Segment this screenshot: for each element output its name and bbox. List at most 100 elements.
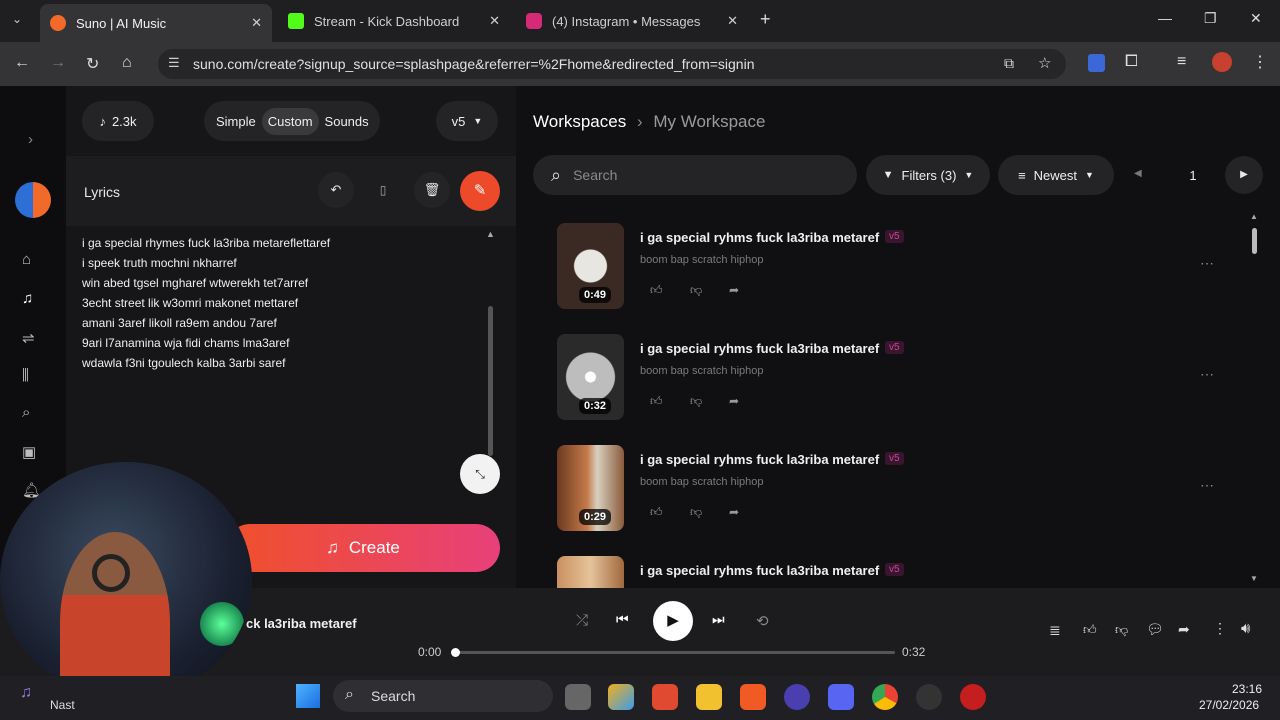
discord-icon[interactable] (828, 684, 854, 710)
breadcrumb-workspaces[interactable]: Workspaces (533, 112, 626, 131)
scroll-up-arrow-icon[interactable]: ▲ (486, 229, 495, 239)
more-options-icon[interactable]: ⋯ (1200, 255, 1214, 272)
widgets-icon[interactable] (608, 684, 634, 710)
task-view-icon[interactable] (565, 684, 591, 710)
share-icon[interactable]: ➦ (729, 394, 739, 408)
brave-browser-icon[interactable] (740, 684, 766, 710)
install-app-icon[interactable]: ⧉ (1004, 55, 1014, 72)
back-arrow-icon[interactable]: ← (14, 54, 30, 72)
song-row[interactable]: 0:32 i ga special ryhms fuck la3riba met… (557, 334, 1257, 424)
chrome-icon[interactable] (872, 684, 898, 710)
song-title[interactable]: i ga special ryhms fuck la3riba metaref (640, 341, 879, 356)
delete-trash-icon[interactable]: 🗑︎ (414, 172, 450, 208)
share-icon[interactable]: ➦ (729, 505, 739, 519)
close-tab-icon[interactable]: ✕ (489, 13, 500, 29)
media-control-icon[interactable]: ≡ (1177, 53, 1186, 71)
previous-track-icon[interactable]: ⏮︎ (616, 611, 629, 628)
url-bar[interactable]: ☰ suno.com/create?signup_source=splashpa… (158, 49, 1066, 79)
progress-handle[interactable] (451, 648, 460, 657)
new-tab-plus-icon[interactable]: + (760, 9, 771, 30)
obs-icon[interactable] (916, 684, 942, 710)
file-explorer-icon[interactable] (696, 684, 722, 710)
close-tab-icon[interactable]: ✕ (251, 15, 262, 31)
volume-icon[interactable]: 🔊︎ (1241, 620, 1250, 637)
close-window-icon[interactable]: ✕ (1250, 10, 1262, 27)
scroll-down-arrow-icon[interactable]: ▼ (1250, 574, 1258, 583)
microsoft-store-icon[interactable] (652, 684, 678, 710)
song-cover[interactable]: 0:29 (557, 445, 624, 531)
expand-sidebar-icon[interactable]: › (28, 131, 33, 148)
minimize-icon[interactable]: — (1158, 10, 1172, 26)
browser-menu-icon[interactable]: ⋮ (1252, 52, 1268, 72)
mode-sounds-tab[interactable]: Sounds (319, 108, 375, 135)
next-page-icon[interactable]: ▶ (1225, 156, 1263, 194)
create-music-icon[interactable]: ♫ (22, 290, 33, 307)
lyrics-scrollbar[interactable] (488, 306, 493, 456)
credits-badge[interactable]: ♪ 2.3k (82, 101, 154, 141)
tab-suno[interactable]: Suno | AI Music ✕ (40, 4, 272, 42)
song-title[interactable]: i ga special ryhms fuck la3riba metaref (640, 452, 879, 467)
song-cover[interactable]: 0:32 (557, 334, 624, 420)
studio-icon[interactable]: ⇌ (22, 329, 35, 347)
page-number[interactable]: 1 (1165, 155, 1221, 195)
home-icon[interactable]: ⌂ (122, 54, 132, 72)
scroll-up-arrow-icon[interactable]: ▲ (1250, 212, 1258, 221)
more-options-icon[interactable]: ⋯ (1200, 366, 1214, 383)
song-genre[interactable]: boom bap scratch hiphop (640, 254, 764, 266)
profile-avatar[interactable] (1212, 52, 1232, 72)
home-nav-icon[interactable]: ⌂ (22, 251, 31, 268)
user-app-icon[interactable]: ♫ (20, 684, 32, 702)
filters-button[interactable]: ▼ Filters (3) ▼ (866, 155, 990, 195)
windows-start-icon[interactable] (296, 684, 320, 708)
forward-arrow-icon[interactable]: → (50, 54, 66, 72)
song-title[interactable]: i ga special ryhms fuck la3riba metaref (640, 230, 879, 245)
song-cover[interactable]: 0:49 (557, 223, 624, 309)
song-cover[interactable] (557, 556, 624, 588)
song-row[interactable]: 0:49 i ga special ryhms fuck la3riba met… (557, 223, 1257, 313)
bookmark-icon[interactable]: ▯ (365, 172, 401, 208)
song-row[interactable]: i ga special ryhms fuck la3riba metaref … (557, 556, 1257, 588)
create-button[interactable]: ♫ Create (226, 524, 500, 572)
dislike-icon[interactable]: 👎︎ (690, 283, 702, 298)
repeat-icon[interactable]: ⟲ (756, 612, 769, 630)
sort-button[interactable]: ≡ Newest ▼ (998, 155, 1114, 195)
list-scrollbar[interactable] (1252, 228, 1257, 254)
like-icon[interactable]: 👍︎ (650, 283, 663, 298)
taskbar-search-box[interactable]: ⌕ Search (333, 680, 553, 712)
prev-page-icon[interactable]: ◀ (1134, 168, 1142, 179)
queue-icon[interactable]: ≣ (1049, 622, 1061, 639)
extension-shield-icon[interactable] (1088, 54, 1105, 72)
now-playing-title[interactable]: ck la3riba metaref (246, 616, 357, 631)
clock-date[interactable]: 27/02/2026 (1199, 698, 1259, 712)
undo-icon[interactable]: ↶ (318, 172, 354, 208)
clock-time[interactable]: 23:16 (1232, 682, 1262, 696)
like-icon[interactable]: 👍︎ (650, 505, 663, 520)
tab-search-chevron-icon[interactable]: ⌄ (12, 12, 22, 26)
mode-simple-tab[interactable]: Simple (210, 108, 262, 135)
dislike-icon[interactable]: 👎︎ (690, 505, 702, 520)
restore-icon[interactable]: ❐ (1204, 10, 1217, 27)
user-avatar[interactable] (15, 182, 51, 218)
song-title[interactable]: i ga special ryhms fuck la3riba metaref (640, 563, 879, 578)
close-tab-icon[interactable]: ✕ (727, 13, 738, 29)
extensions-puzzle-icon[interactable]: ⧠ (1125, 53, 1138, 71)
more-options-icon[interactable]: ⋮ (1213, 620, 1227, 637)
search-input[interactable]: ⌕ Search (533, 155, 857, 195)
reload-icon[interactable]: ↻ (86, 54, 99, 74)
progress-track[interactable] (451, 648, 895, 657)
like-icon[interactable]: 👍︎ (1083, 622, 1097, 638)
comment-icon[interactable]: 💬︎ (1146, 621, 1164, 638)
play-button[interactable]: ▶ (653, 601, 693, 641)
tab-instagram[interactable]: (4) Instagram • Messages ✕ (516, 6, 748, 36)
song-genre[interactable]: boom bap scratch hiphop (640, 476, 764, 488)
model-version-select[interactable]: v5 ▼ (436, 101, 498, 141)
share-icon[interactable]: ➦ (1178, 621, 1190, 638)
dislike-icon[interactable]: 👎︎ (1115, 622, 1128, 638)
library-icon[interactable]: ⫼ (22, 367, 29, 384)
recording-app-icon[interactable] (960, 684, 986, 710)
dislike-icon[interactable]: 👎︎ (690, 394, 702, 409)
ai-assistant-icon[interactable] (784, 684, 810, 710)
share-icon[interactable]: ➦ (729, 283, 739, 297)
search-nav-icon[interactable]: ⌕ (22, 404, 30, 421)
song-genre[interactable]: boom bap scratch hiphop (640, 365, 764, 377)
